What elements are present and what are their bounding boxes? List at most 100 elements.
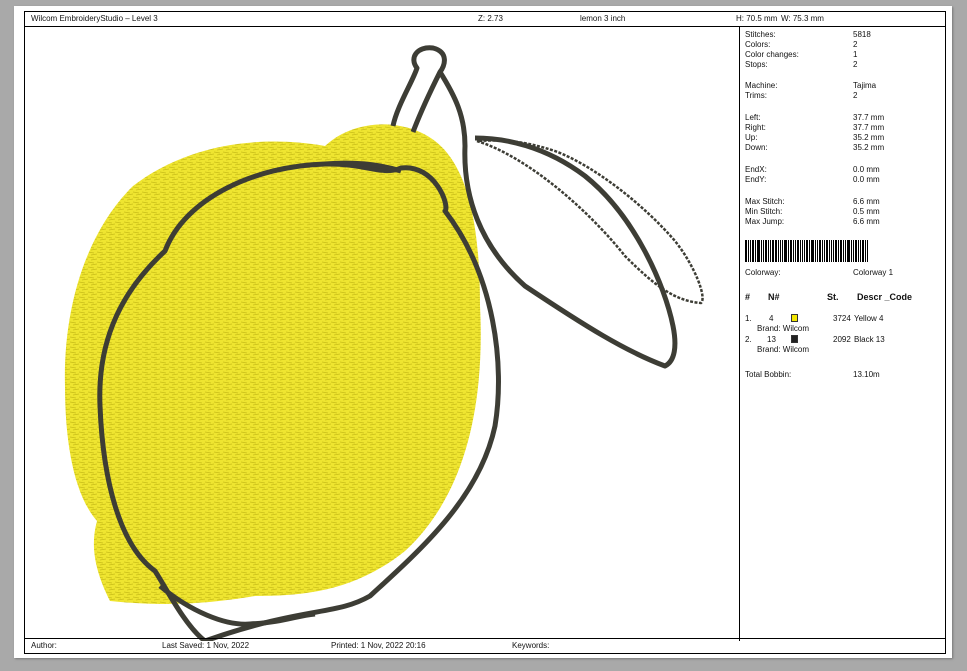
color-row-description: Yellow 4: [854, 314, 884, 323]
leaf-vein: [476, 139, 704, 305]
barcode-bar: [770, 240, 771, 262]
stat-value: 5818: [853, 30, 871, 39]
barcode-bar: [761, 240, 762, 262]
col-header-num: #: [745, 292, 751, 302]
stat-label: Stitches:: [745, 30, 776, 39]
stat-value: 0.0 mm: [853, 175, 880, 184]
barcode-bar: [782, 240, 783, 262]
color-row-index: 2.: [745, 335, 752, 344]
barcode-bar: [800, 240, 801, 262]
color-swatch: [791, 335, 798, 343]
barcode-bar: [752, 240, 754, 262]
col-header-needle: N#: [768, 292, 780, 302]
color-row-needle: 13: [767, 335, 776, 344]
barcode-bar: [826, 240, 828, 262]
header-bar: Wilcom EmbroideryStudio – Level 3 Z: 2.7…: [25, 12, 945, 27]
barcode-bar: [819, 240, 821, 262]
stat-label: Machine:: [745, 81, 778, 90]
stat-value: 6.6 mm: [853, 197, 880, 206]
col-header-descr: Descr _Code: [857, 292, 913, 302]
app-title: Wilcom EmbroideryStudio – Level 3: [31, 14, 158, 23]
stat-row: Down: 35.2 mm: [745, 143, 940, 153]
stat-value: 37.7 mm: [853, 113, 885, 122]
stat-label: EndY:: [745, 175, 767, 184]
barcode-bar: [768, 240, 769, 262]
author-label: Author:: [31, 641, 57, 650]
stat-value: 35.2 mm: [853, 133, 885, 142]
stat-label: Max Jump:: [745, 217, 785, 226]
color-row-stitches: 2092: [833, 335, 851, 344]
barcode-bar: [745, 240, 747, 262]
barcode-bar: [793, 240, 794, 262]
barcode-bar: [838, 240, 839, 262]
barcode-bar: [858, 240, 859, 262]
barcode-bar: [748, 240, 749, 262]
barcode-bar: [845, 240, 846, 262]
barcode-bar: [851, 240, 852, 262]
color-swatch: [791, 314, 798, 322]
lemon-stem: [390, 45, 447, 133]
barcode-bar: [750, 240, 751, 262]
barcode-bar: [780, 240, 781, 262]
stat-row: Min Stitch: 0.5 mm: [745, 207, 940, 217]
barcode-bar: [855, 240, 857, 262]
stat-row: Right: 37.7 mm: [745, 123, 940, 133]
barcode-bar: [790, 240, 792, 262]
barcode-bar: [772, 240, 774, 262]
stat-label: Stops:: [745, 60, 768, 69]
barcode-bar: [831, 240, 832, 262]
printed-date: Printed: 1 Nov, 2022 20:16: [331, 641, 426, 650]
barcode-bar: [784, 240, 787, 262]
barcode-bar: [847, 240, 850, 262]
col-header-stitches: St.: [827, 292, 839, 302]
barcode-bar: [862, 240, 864, 262]
stat-value: 0.0 mm: [853, 165, 880, 174]
stat-row: Trims: 2: [745, 91, 940, 101]
stat-label: Colors:: [745, 40, 771, 49]
lemon-embroidery-design: [64, 45, 704, 641]
stat-row: Color changes: 1: [745, 50, 940, 60]
stat-row: Machine: Tajima: [745, 81, 940, 91]
barcode-bar: [840, 240, 842, 262]
stat-label: Up:: [745, 133, 758, 142]
barcode-bar: [867, 240, 868, 262]
stat-value: 0.5 mm: [853, 207, 880, 216]
barcode-bar: [809, 240, 810, 262]
barcode-bar: [822, 240, 823, 262]
stat-value: 6.6 mm: [853, 217, 880, 226]
stat-value: 2: [853, 60, 858, 69]
design-width: W: 75.3 mm: [781, 14, 824, 23]
stat-row: Max Stitch: 6.6 mm: [745, 197, 940, 207]
print-preview-sheet: Wilcom EmbroideryStudio – Level 3 Z: 2.7…: [14, 6, 952, 658]
stat-label: Trims:: [745, 91, 767, 100]
stat-label: EndX:: [745, 165, 767, 174]
stat-row: Max Jump: 6.6 mm: [745, 217, 940, 227]
barcode-bar: [835, 240, 837, 262]
barcode-bar: [788, 240, 789, 262]
last-saved: Last Saved: 1 Nov, 2022: [162, 641, 250, 650]
barcode-bar: [860, 240, 861, 262]
barcode-bar: [833, 240, 834, 262]
design-name: lemon 3 inch: [580, 14, 626, 23]
barcode-bar: [795, 240, 796, 262]
barcode-bar: [797, 240, 799, 262]
color-row-brand: Brand: Wilcom: [757, 345, 810, 354]
barcode-bar: [817, 240, 818, 262]
barcode-bar: [853, 240, 854, 262]
barcode-bar: [755, 240, 756, 262]
stat-row: Stops: 2: [745, 60, 940, 70]
barcode-bar: [811, 240, 814, 262]
stat-row: Up: 35.2 mm: [745, 133, 940, 143]
barcode-icon: [745, 240, 903, 262]
color-row-needle: 4: [769, 314, 774, 323]
barcode-bar: [765, 240, 767, 262]
barcode-bar: [815, 240, 816, 262]
stat-row: Stitches: 5818: [745, 30, 940, 40]
barcode-bar: [778, 240, 779, 262]
stat-row: EndY: 0.0 mm: [745, 175, 940, 185]
stat-label: Min Stitch:: [745, 207, 783, 216]
zoom-level: Z: 2.73: [478, 14, 503, 23]
stat-value: Tajima: [853, 81, 877, 90]
total-bobbin-row: Total Bobbin: 13.10m: [745, 370, 880, 379]
keywords-label: Keywords:: [512, 641, 550, 650]
